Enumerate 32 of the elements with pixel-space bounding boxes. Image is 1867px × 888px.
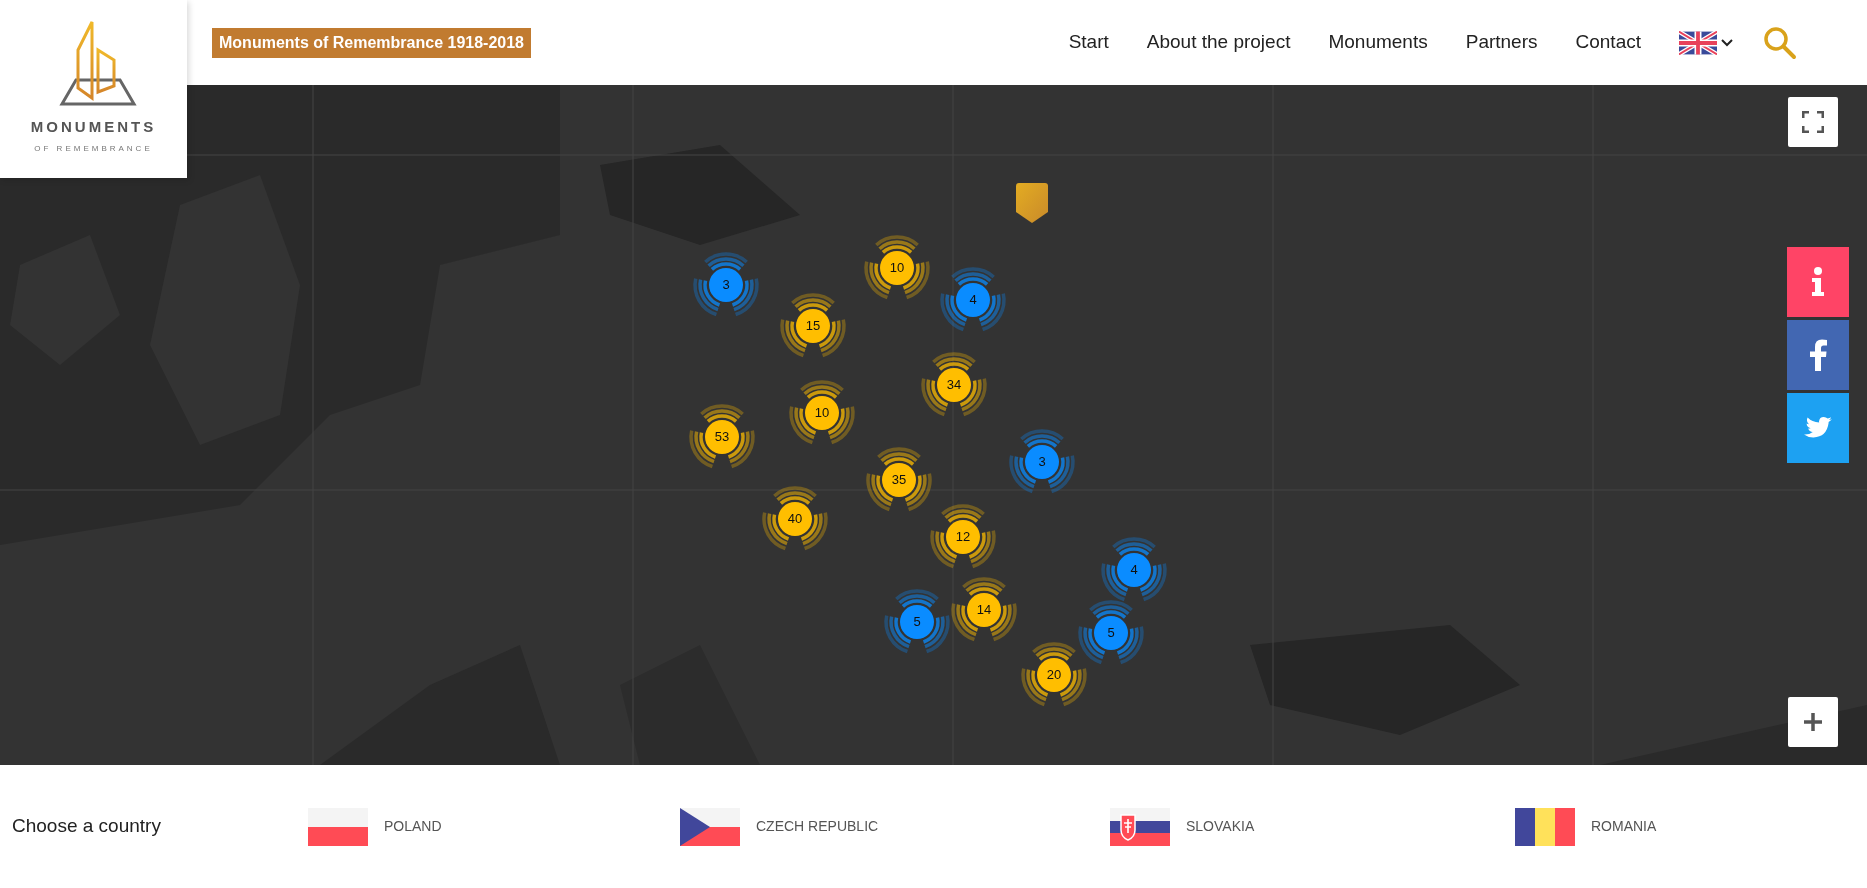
flag-icon [308, 807, 368, 846]
country-link[interactable]: CZECH REPUBLIC [680, 807, 1110, 846]
flag-icon [1679, 30, 1717, 55]
country-link[interactable]: POLAND [308, 807, 680, 846]
plus-icon [1803, 712, 1823, 732]
choose-country-label: Choose a country [12, 814, 162, 839]
country-link[interactable]: ROMANIA [1515, 807, 1815, 846]
flag-icon [680, 807, 740, 846]
logo-tagline: OF REMEMBRANCE [34, 142, 153, 155]
location-pin-icon[interactable] [1014, 182, 1050, 224]
nav-link[interactable]: Contact [1575, 28, 1641, 57]
nav-link[interactable]: Partners [1465, 28, 1538, 57]
nav-link[interactable]: Start [1068, 28, 1109, 57]
bird-icon [1803, 416, 1833, 440]
chevron-down-icon [1721, 38, 1733, 47]
twitter-button[interactable] [1787, 393, 1849, 463]
facebook-button[interactable] [1787, 320, 1849, 390]
language-selector[interactable] [1679, 30, 1733, 55]
logo-name: MONUMENTS [30, 117, 157, 137]
fullscreen-button[interactable] [1788, 97, 1838, 147]
flag-icon [1515, 807, 1575, 846]
fullscreen-icon [1802, 111, 1824, 133]
info-button[interactable] [1787, 247, 1849, 317]
search-icon [1763, 25, 1797, 60]
info-icon [1810, 267, 1826, 297]
flag-icon [1110, 807, 1170, 846]
site-title: Monuments of Remembrance 1918-2018 [212, 27, 531, 58]
zoom-in-button[interactable] [1788, 697, 1838, 747]
country-link[interactable]: SLOVAKIA [1110, 807, 1515, 846]
nav-link[interactable]: Monuments [1328, 28, 1428, 57]
nav-link[interactable]: About the project [1146, 28, 1291, 57]
facebook-icon [1809, 339, 1827, 371]
